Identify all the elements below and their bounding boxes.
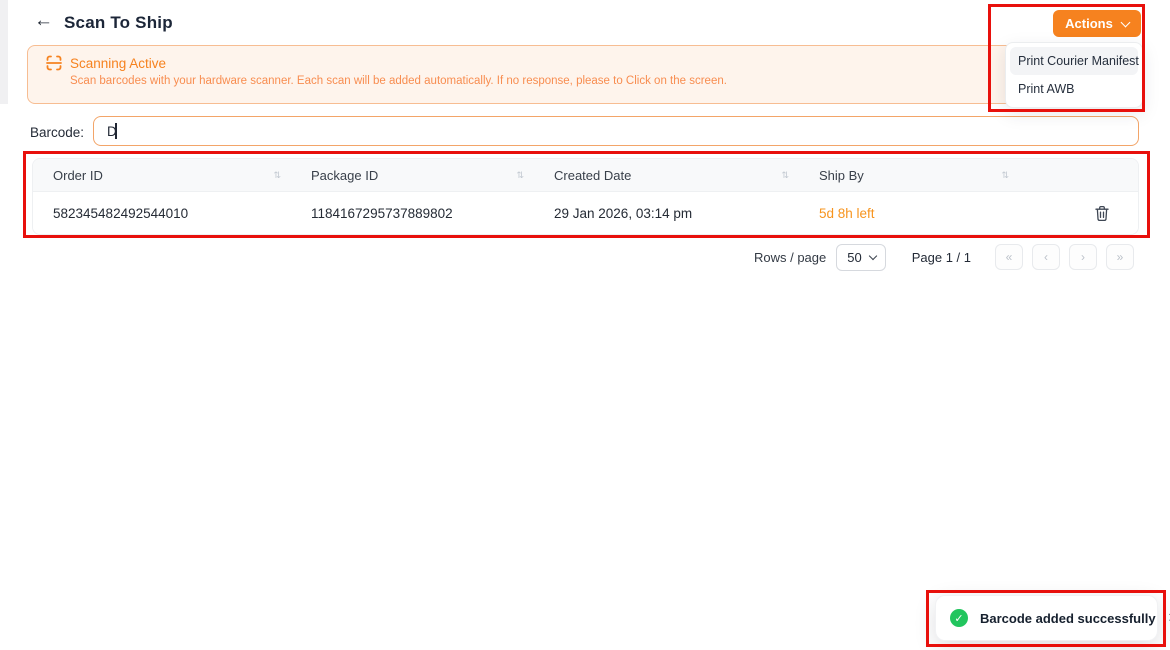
scan-to-ship-page: ← Scan To Ship Actions Scanning Active S…	[0, 0, 1170, 650]
delete-row-button[interactable]	[1094, 205, 1110, 222]
table-row: 582345482492544010 1184167295737889802 2…	[33, 192, 1138, 234]
chevron-down-icon	[868, 251, 876, 259]
pagination-bar: Rows / page 50 Page 1 / 1 « ‹ › »	[754, 243, 1134, 271]
column-header-created-date[interactable]: Created Date ⇅	[534, 168, 799, 183]
column-label: Order ID	[53, 168, 103, 183]
banner-description: Scan barcodes with your hardware scanner…	[70, 75, 1128, 87]
toast-close-icon[interactable]: ✕	[1166, 608, 1170, 628]
text-caret	[115, 123, 117, 139]
toast-message: Barcode added successfully	[980, 611, 1156, 626]
next-page-button[interactable]: ›	[1069, 244, 1097, 270]
scan-icon	[46, 55, 62, 71]
cell-package-id: 1184167295737889802	[291, 206, 534, 221]
actions-dropdown-menu: Print Courier Manifest Print AWB	[1005, 42, 1143, 108]
page-edge-strip	[0, 0, 8, 104]
first-page-button[interactable]: «	[995, 244, 1023, 270]
column-label: Created Date	[554, 168, 631, 183]
menu-item-print-courier-manifest[interactable]: Print Courier Manifest	[1010, 47, 1138, 75]
success-check-icon: ✓	[950, 609, 968, 627]
sort-icon[interactable]: ⇅	[516, 171, 524, 180]
success-toast: ✓ Barcode added successfully ✕	[935, 595, 1158, 641]
rows-per-page-label: Rows / page	[754, 250, 826, 265]
page-indicator: Page 1 / 1	[912, 250, 971, 265]
cell-created-date: 29 Jan 2026, 03:14 pm	[534, 206, 799, 221]
cell-ship-by: 5d 8h left	[799, 206, 1019, 221]
rows-per-page-select[interactable]: 50	[836, 244, 885, 271]
cell-order-id: 582345482492544010	[33, 206, 291, 221]
shipments-table: Order ID ⇅ Package ID ⇅ Created Date ⇅ S…	[32, 158, 1139, 235]
prev-page-button[interactable]: ‹	[1032, 244, 1060, 270]
sort-icon[interactable]: ⇅	[273, 171, 281, 180]
sort-icon[interactable]: ⇅	[781, 171, 789, 180]
scanning-active-banner: Scanning Active Scan barcodes with your …	[27, 45, 1143, 104]
chevron-down-icon	[1120, 17, 1130, 27]
trash-icon	[1094, 205, 1110, 222]
column-header-order-id[interactable]: Order ID ⇅	[33, 168, 291, 183]
actions-button-label: Actions	[1065, 16, 1113, 31]
column-label: Package ID	[311, 168, 378, 183]
table-header-row: Order ID ⇅ Package ID ⇅ Created Date ⇅ S…	[33, 159, 1138, 192]
sort-icon[interactable]: ⇅	[1001, 171, 1009, 180]
barcode-input[interactable]	[93, 116, 1139, 146]
column-header-ship-by[interactable]: Ship By ⇅	[799, 168, 1019, 183]
menu-item-print-awb[interactable]: Print AWB	[1010, 75, 1138, 103]
last-page-button[interactable]: »	[1106, 244, 1134, 270]
page-title: Scan To Ship	[64, 13, 173, 33]
back-arrow-icon[interactable]: ←	[34, 10, 53, 32]
column-label: Ship By	[819, 168, 864, 183]
actions-button[interactable]: Actions	[1053, 10, 1141, 37]
banner-title: Scanning Active	[70, 56, 166, 71]
column-header-package-id[interactable]: Package ID ⇅	[291, 168, 534, 183]
rows-per-page-value: 50	[847, 250, 861, 265]
barcode-label: Barcode:	[30, 125, 84, 140]
